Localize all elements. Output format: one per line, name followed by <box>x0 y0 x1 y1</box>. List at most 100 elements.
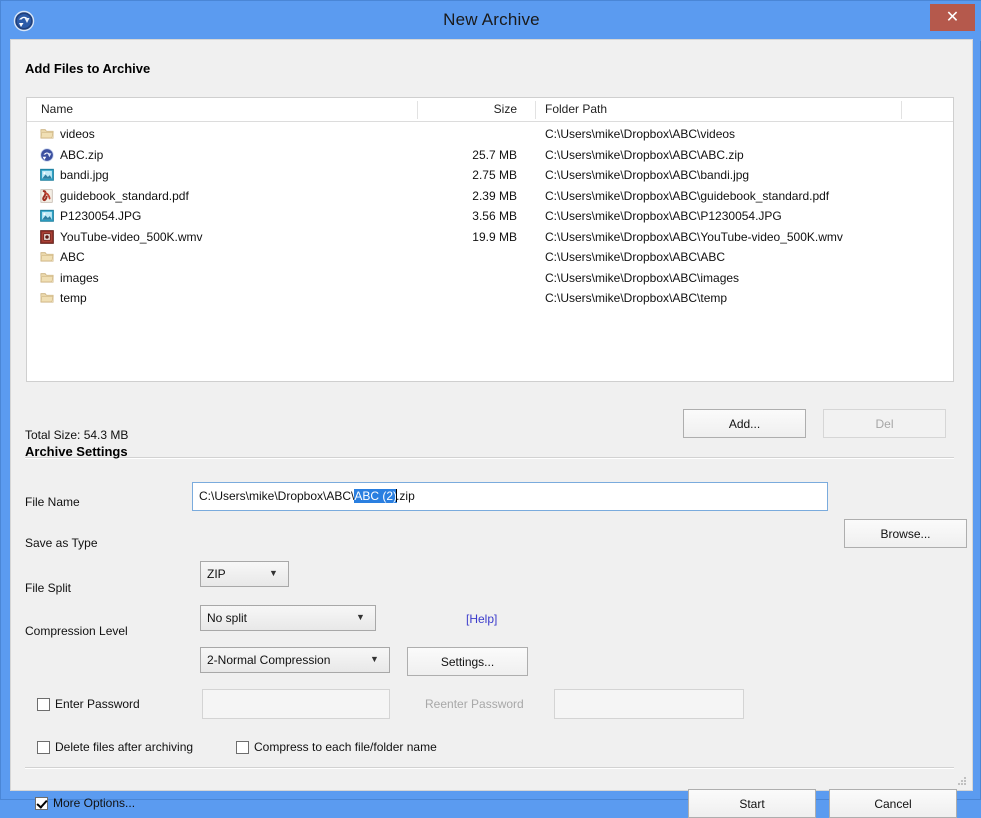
compression-level-label: Compression Level <box>25 624 128 638</box>
column-header-size[interactable]: Size <box>447 102 517 116</box>
window-title: New Archive <box>443 10 540 29</box>
column-divider-3[interactable] <box>901 101 902 119</box>
more-options-checkbox[interactable]: More Options... <box>35 796 135 810</box>
checkbox-box-more-options <box>35 796 48 810</box>
file-name-label: File Name <box>25 495 80 509</box>
file-size-cell: 2.75 MB <box>472 168 517 182</box>
delete-files-label: Delete files after archiving <box>55 740 194 754</box>
settings-button[interactable]: Settings... <box>407 647 528 676</box>
table-row[interactable]: YouTube-video_500K.wmv 19.9 MB C:\Users\mi… <box>27 228 953 249</box>
help-link[interactable]: [Help] <box>466 612 497 626</box>
enter-password-checkbox[interactable]: Enter Password <box>37 697 140 711</box>
file-name-cell: temp <box>60 291 87 305</box>
title-bar: New Archive ✕ <box>1 1 981 41</box>
close-icon: ✕ <box>945 8 960 26</box>
password-input[interactable] <box>202 689 390 719</box>
compress-each-label: Compress to each file/folder name <box>254 740 437 754</box>
enter-password-label: Enter Password <box>55 697 140 711</box>
checkbox-box-delete-files <box>37 740 50 754</box>
table-row[interactable]: videos C:\Users\mike\Dropbox\ABC\videos <box>27 125 953 146</box>
folder-path-cell: C:\Users\mike\Dropbox\ABC\guidebook_stan… <box>545 188 830 203</box>
reenter-password-label: Reenter Password <box>425 697 524 711</box>
folder-path-cell: C:\Users\mike\Dropbox\ABC\P1230054.JPG <box>545 209 782 223</box>
compress-each-checkbox[interactable]: Compress to each file/folder name <box>236 740 437 754</box>
folder-icon <box>40 250 54 264</box>
save-as-type-label: Save as Type <box>25 536 98 550</box>
file-name-selection: ABC (2) <box>354 489 398 503</box>
file-list[interactable]: Name Size Folder Path videos C:\Users\mik… <box>26 97 954 382</box>
file-name-cell: videos <box>60 127 95 141</box>
folder-path-cell: C:\Users\mike\Dropbox\ABC\bandi.jpg <box>545 168 750 182</box>
folder-path-cell: C:\Users\mike\Dropbox\ABC\videos <box>545 127 736 141</box>
file-list-header: Name Size Folder Path <box>27 98 953 122</box>
file-split-label: File Split <box>25 581 72 595</box>
archive-settings-section-title: Archive Settings <box>25 444 128 459</box>
divider-bottom <box>25 767 954 769</box>
table-row[interactable]: bandi.jpg 2.75 MB C:\Users\mike\Dropbox\AB… <box>27 166 953 187</box>
file-name-cell: bandi.jpg <box>60 168 109 182</box>
add-button-label: Add... <box>728 416 761 431</box>
compression-level-select[interactable]: 2-Normal Compression <box>200 647 390 673</box>
resize-grip[interactable] <box>956 775 968 787</box>
checkbox-box-enter-password <box>37 697 50 711</box>
column-divider-1[interactable] <box>417 101 418 119</box>
checkbox-box-compress-each <box>236 740 249 754</box>
delete-files-checkbox[interactable]: Delete files after archiving <box>37 740 193 754</box>
add-button[interactable]: Add... <box>683 409 806 438</box>
browse-button-label: Browse... <box>880 526 931 541</box>
table-row[interactable]: images C:\Users\mike\Dropbox\ABC\images <box>27 269 953 290</box>
file-name-input[interactable]: C:\Users\mike\Dropbox\ABC\ABC (2).zip <box>192 482 828 511</box>
cancel-button[interactable]: Cancel <box>829 789 957 818</box>
del-button[interactable]: Del <box>823 409 946 438</box>
total-size-label: Total Size: 54.3 MB <box>25 428 129 442</box>
file-size-cell: 25.7 MB <box>472 147 517 162</box>
column-header-folder-path[interactable]: Folder Path <box>545 102 607 116</box>
table-row[interactable]: guidebook_standard.pdf 2.39 MB C:\Users\mi… <box>27 187 953 208</box>
file-name-cell: images <box>60 270 99 285</box>
folder-path-cell: C:\Users\mike\Dropbox\ABC\ABC.zip <box>545 147 744 162</box>
save-as-type-select[interactable]: ZIP <box>200 561 289 587</box>
folder-icon <box>40 271 54 285</box>
table-row[interactable]: temp C:\Users\mike\Dropbox\ABC\temp <box>27 289 953 310</box>
new-archive-window: New Archive ✕ Add Files to Archive Name … <box>0 0 981 818</box>
file-name-prefix: C:\Users\mike\Dropbox\ABC\ <box>199 489 355 503</box>
table-row[interactable]: ABC C:\Users\mike\Dropbox\ABC\ABC <box>27 248 953 269</box>
file-size-cell: 19.9 MB <box>472 229 517 244</box>
add-files-section-title: Add Files to Archive <box>25 61 151 76</box>
folder-icon <box>40 127 54 141</box>
zip-icon <box>40 147 54 162</box>
more-options-label: More Options... <box>53 796 136 810</box>
dialog-client-area: Add Files to Archive Name Size Folder Pa… <box>10 39 973 818</box>
file-name-cell: ABC <box>60 250 85 264</box>
image-icon <box>40 209 54 223</box>
reenter-password-input[interactable] <box>554 689 744 719</box>
folder-path-cell: C:\Users\mike\Dropbox\ABC\YouTube-video_… <box>545 229 843 244</box>
folder-path-cell: C:\Users\mike\Dropbox\ABC\ABC <box>545 250 726 264</box>
image-icon <box>40 168 54 182</box>
folder-path-cell: C:\Users\mike\Dropbox\ABC\temp <box>545 291 728 305</box>
file-name-cell: YouTube-video_500K.wmv <box>60 229 203 244</box>
del-button-label: Del <box>875 416 894 431</box>
file-name-cell: P1230054.JPG <box>60 209 142 223</box>
column-divider-2[interactable] <box>535 101 536 119</box>
file-list-rows: videos C:\Users\mike\Dropbox\ABC\videos AB… <box>27 122 953 310</box>
start-button[interactable]: Start <box>688 789 816 818</box>
file-name-suffix: .zip <box>396 489 415 503</box>
file-name-cell: ABC.zip <box>60 147 104 162</box>
table-row[interactable]: P1230054.JPG 3.56 MB C:\Users\mike\Dropbox… <box>27 207 953 228</box>
file-size-cell: 3.56 MB <box>472 209 517 223</box>
folder-icon <box>40 291 54 305</box>
browse-button[interactable]: Browse... <box>844 519 967 548</box>
column-header-name[interactable]: Name <box>41 102 73 116</box>
close-button[interactable]: ✕ <box>930 4 975 31</box>
table-row[interactable]: ABC.zip 25.7 MB C:\Users\mike\Dropbox\ABC\… <box>27 146 953 167</box>
start-button-label: Start <box>739 796 765 811</box>
settings-button-label: Settings... <box>440 654 495 669</box>
file-size-cell: 2.39 MB <box>472 188 517 203</box>
file-split-select[interactable]: No split <box>200 605 376 631</box>
cancel-button-label: Cancel <box>874 796 912 811</box>
folder-path-cell: C:\Users\mike\Dropbox\ABC\images <box>545 270 740 285</box>
file-name-cell: guidebook_standard.pdf <box>60 188 189 203</box>
video-icon <box>40 229 54 244</box>
pdf-icon <box>40 188 54 203</box>
